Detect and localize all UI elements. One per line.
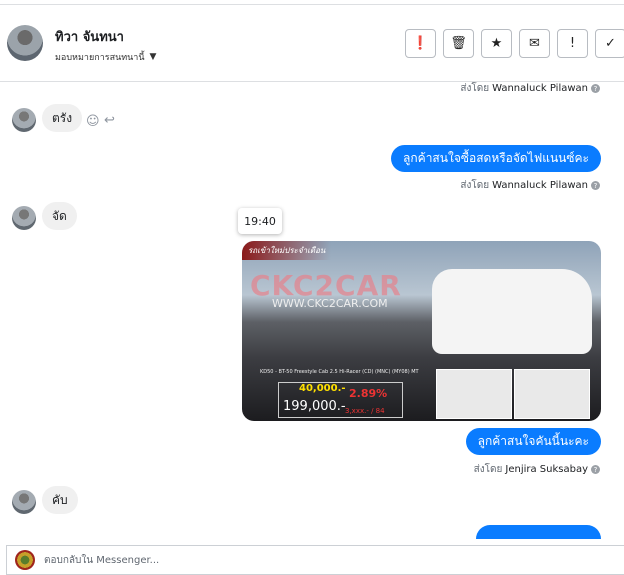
reply-icon[interactable]: ↩ xyxy=(104,113,115,128)
spam-button[interactable]: ❗ xyxy=(405,29,436,58)
ad-rate: 2.89% xyxy=(349,387,388,400)
emoji-icon[interactable]: ☺ xyxy=(86,114,100,129)
ad-price: 199,000.- xyxy=(283,399,346,414)
top-divider xyxy=(0,4,624,5)
action-toolbar: ❗ 🗑 ★ ✉ ! ✓ xyxy=(405,29,624,58)
trash-icon: 🗑 xyxy=(450,36,467,51)
contact-avatar-small xyxy=(12,490,36,514)
star-icon: ★ xyxy=(490,36,503,51)
incoming-message: จัด xyxy=(42,202,77,230)
truck-front-thumb xyxy=(514,369,590,419)
reply-input[interactable]: ตอบกลับใน Messenger... xyxy=(44,553,159,568)
assign-label: มอบหมายการสนทนานี้ xyxy=(55,53,145,63)
help-icon[interactable]: ? xyxy=(591,181,600,190)
help-icon[interactable]: ? xyxy=(591,465,600,474)
envelope-icon: ✉ xyxy=(529,36,540,51)
ad-model: KD50 - BT-50 Freestyle Cab 2.5 Hi-Racer … xyxy=(260,369,419,375)
outgoing-message: ลูกค้าสนใจคันนี้นะคะ xyxy=(465,428,601,455)
sender-label: ส่งโดย Wannaluck Pilawan? xyxy=(460,178,600,193)
outgoing-message-partial xyxy=(476,525,601,539)
ad-url: WWW.CKC2CAR.COM xyxy=(272,297,388,310)
ad-down: 40,000.- xyxy=(299,383,346,394)
sender-label: ส่งโดย Wannaluck Pilawan? xyxy=(460,81,600,96)
outgoing-message: ลูกค้าสนใจซื้อสดหรือจัดไฟแนนซ์คะ xyxy=(391,145,601,172)
alert-circle-icon: ❗ xyxy=(412,36,429,51)
exclamation-icon: ! xyxy=(569,36,576,51)
contact-avatar-small xyxy=(12,108,36,132)
sender-label: ส่งโดย Jenjira Suksabay? xyxy=(474,462,600,477)
help-icon[interactable]: ? xyxy=(591,84,600,93)
timestamp-tooltip: 19:40 xyxy=(238,208,282,234)
caret-down-icon: ▼ xyxy=(149,52,157,62)
contact-avatar-small xyxy=(12,206,36,230)
truck-picture xyxy=(432,269,592,354)
star-button[interactable]: ★ xyxy=(481,29,512,58)
contact-avatar xyxy=(7,25,43,61)
done-button[interactable]: ✓ xyxy=(595,29,624,58)
assign-dropdown[interactable]: มอบหมายการสนทนานี้ ▼ xyxy=(55,50,156,64)
incoming-message: คับ xyxy=(42,486,78,514)
reply-composer[interactable]: ตอบกลับใน Messenger... xyxy=(6,545,624,575)
incoming-message: ตรัง xyxy=(42,104,83,132)
follow-up-button[interactable]: ! xyxy=(557,29,588,58)
ad-installment: 3,xxx.- / 84 xyxy=(345,407,385,415)
car-ad-image[interactable]: รถเข้าใหม่ประจำเดือน CKC2CAR WWW.CKC2CAR… xyxy=(242,241,601,421)
contact-name: ทิวา จันทนา xyxy=(55,30,124,45)
truck-rear-thumb xyxy=(436,369,512,419)
page-avatar xyxy=(15,550,35,570)
delete-button[interactable]: 🗑 xyxy=(443,29,474,58)
ad-ribbon: รถเข้าใหม่ประจำเดือน xyxy=(242,241,332,260)
ad-pricebox: 40,000.- 199,000.- 2.89% 3,xxx.- / 84 xyxy=(278,382,403,418)
check-icon: ✓ xyxy=(605,36,616,51)
mark-unread-button[interactable]: ✉ xyxy=(519,29,550,58)
